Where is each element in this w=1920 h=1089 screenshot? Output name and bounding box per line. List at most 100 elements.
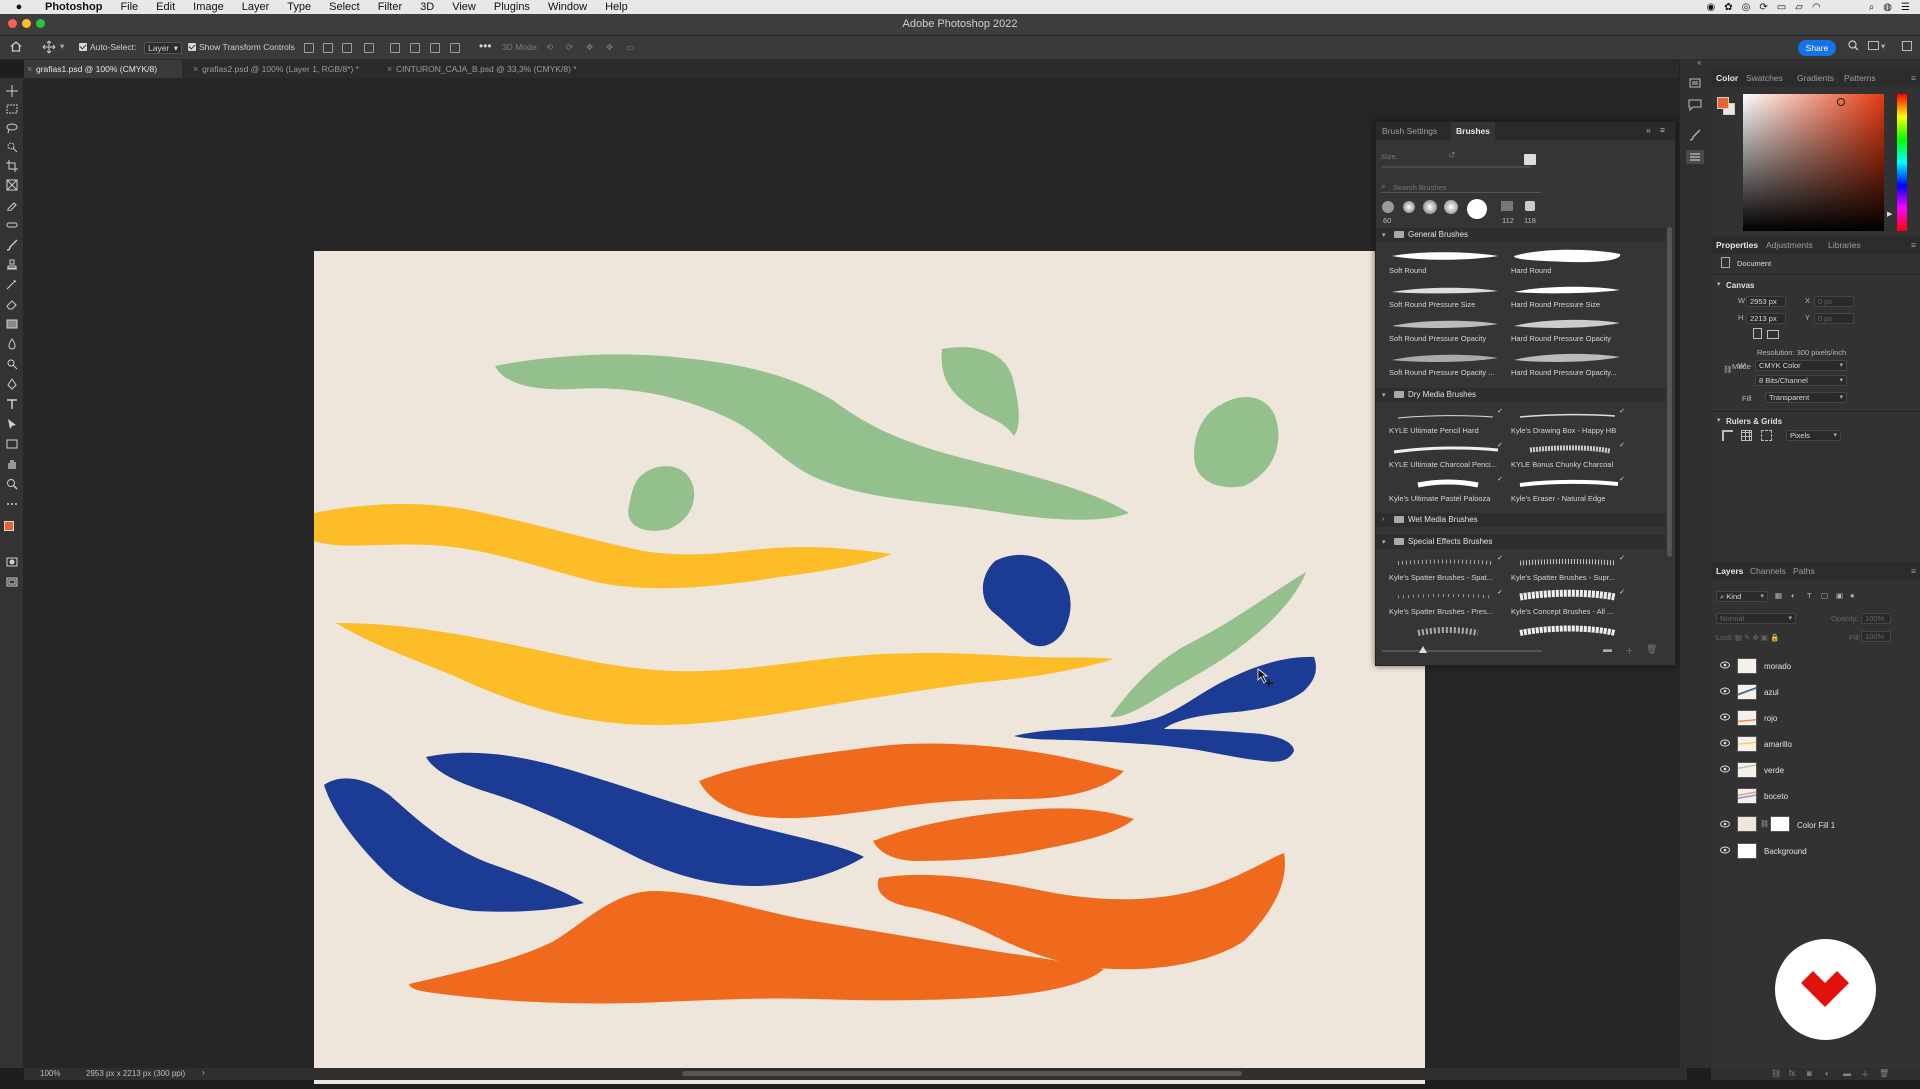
brush-kyle-spatter-pres[interactable]: ✓ Kyle's Spatter Brushes - Pres... (1386, 587, 1504, 619)
tab-layers[interactable]: Layers (1716, 566, 1743, 576)
grid-icon[interactable] (1741, 430, 1752, 441)
recent-brush-5[interactable] (1467, 199, 1487, 219)
tab-grafias1[interactable]: × grafias1.psd @ 100% (CMYK/8) (24, 60, 182, 78)
eyedropper-tool-icon[interactable] (6, 198, 18, 212)
comments-panel-icon[interactable] (1688, 98, 1702, 112)
hue-slider[interactable] (1897, 94, 1907, 231)
share-button[interactable]: Share (1798, 40, 1836, 56)
recent-brush-6[interactable] (1501, 201, 1513, 211)
creative-cloud-icon[interactable]: ◎ (1742, 2, 1751, 13)
search-brushes-input[interactable] (1393, 182, 1538, 192)
tab-adjustments[interactable]: Adjustments (1766, 240, 1813, 250)
align-bottom-icon[interactable] (430, 43, 440, 53)
brush-group-general[interactable]: ▾ General Brushes (1376, 228, 1666, 242)
color-picker-field[interactable] (1743, 94, 1884, 231)
brush-kyle-spatter-spat[interactable]: ✓ Kyle's Spatter Brushes - Spat... (1386, 553, 1504, 585)
brush-kyle-pastel-palooza[interactable]: ✓ Kyle's Ultimate Pastel Palooza (1386, 474, 1504, 506)
filter-pixel-icon[interactable]: ▦ (1775, 591, 1782, 600)
layer-row-azul[interactable]: azul (1711, 681, 1920, 704)
tab-properties[interactable]: Properties (1716, 240, 1758, 250)
align-left-icon[interactable] (304, 43, 314, 53)
tab-paths[interactable]: Paths (1793, 566, 1815, 576)
menu-window[interactable]: Window (539, 1, 596, 13)
layer-name[interactable]: morado (1764, 662, 1791, 671)
tab-patterns[interactable]: Patterns (1844, 73, 1876, 83)
align-middle-icon[interactable] (410, 43, 420, 53)
spotlight-search-icon[interactable]: ⌕ (1869, 2, 1875, 13)
visibility-eye-icon[interactable] (1720, 661, 1730, 669)
home-icon[interactable] (10, 41, 22, 54)
new-group-icon[interactable]: ▬ (1603, 644, 1612, 654)
width-field[interactable]: 2953 px (1746, 296, 1786, 307)
new-group-icon[interactable]: ▬ (1843, 1069, 1851, 1078)
hue-slider-thumb-icon[interactable]: ▶ (1887, 210, 1892, 218)
recent-brush-7[interactable] (1525, 201, 1535, 211)
crop-tool-icon[interactable] (6, 159, 18, 172)
color-mode-dropdown[interactable]: CMYK Color (1755, 360, 1847, 371)
brush-soft-round[interactable]: Soft Round (1386, 246, 1504, 278)
visibility-eye-icon[interactable] (1720, 765, 1730, 773)
brush-soft-round-pressure-size[interactable]: Soft Round Pressure Size (1386, 280, 1504, 312)
lasso-tool-icon[interactable] (6, 121, 18, 134)
filter-shape-icon[interactable]: ▢ (1821, 591, 1828, 600)
recent-brush-2[interactable] (1403, 201, 1415, 213)
menu-app[interactable]: Photoshop (36, 1, 111, 13)
tab-libraries[interactable]: Libraries (1828, 240, 1861, 250)
horizontal-scrollbar[interactable] (682, 1071, 1242, 1076)
quick-mask-icon[interactable] (6, 555, 18, 567)
tab-color[interactable]: Color (1716, 73, 1738, 83)
more-options-icon[interactable]: ••• (479, 39, 492, 53)
layer-row-boceto[interactable]: boceto (1711, 785, 1920, 808)
close-tab-icon[interactable]: × (27, 60, 32, 78)
landscape-orientation-icon[interactable] (1767, 330, 1779, 339)
layer-row-color-fill[interactable]: ⛓ Color Fill 1 (1711, 812, 1920, 839)
menu-help[interactable]: Help (596, 1, 637, 13)
add-mask-icon[interactable]: ◙ (1807, 1069, 1812, 1078)
background-fill-dropdown[interactable]: Transparent (1765, 392, 1847, 403)
link-icon[interactable]: ⛓ (1760, 820, 1769, 828)
layer-mask-thumbnail[interactable] (1770, 816, 1790, 832)
recent-brush-3[interactable] (1423, 200, 1437, 214)
marquee-tool-icon[interactable] (6, 102, 18, 114)
brush-partial-2[interactable] (1508, 621, 1626, 636)
3d-roll-icon[interactable]: ⟳ (566, 42, 573, 53)
opacity-field[interactable]: 100% (1861, 613, 1891, 624)
auto-select-target-dropdown[interactable]: Layer ▾ (144, 42, 182, 54)
workspace-dropdown-icon[interactable]: ▾ (1881, 41, 1885, 52)
guides-icon[interactable] (1761, 430, 1772, 441)
record-icon[interactable]: ◉ (1707, 2, 1716, 13)
zoom-tool-icon[interactable] (6, 477, 18, 490)
brush-kyle-pencil-hard[interactable]: ✓ KYLE Ultimate Pencil Hard (1386, 406, 1504, 438)
menu-plugins[interactable]: Plugins (485, 1, 539, 13)
brush-partial-1[interactable] (1386, 621, 1504, 636)
brush-kyle-drawing-box[interactable]: ✓ Kyle's Drawing Box - Happy HB (1508, 406, 1626, 438)
healing-brush-tool-icon[interactable] (6, 218, 18, 230)
new-brush-icon[interactable] (1524, 154, 1536, 165)
brush-group-dry-media[interactable]: ▾ Dry Media Brushes (1376, 388, 1666, 402)
visibility-eye-icon[interactable] (1720, 846, 1730, 854)
layer-name[interactable]: amarillo (1764, 740, 1792, 749)
visibility-eye-icon[interactable] (1720, 713, 1730, 721)
move-tool-icon[interactable] (42, 40, 56, 56)
blend-mode-dropdown[interactable]: Normal (1716, 613, 1796, 624)
brush-kyle-chunky-charcoal[interactable]: ✓ KYLE Bonus Chunky Charcoal (1508, 440, 1626, 472)
layer-row-verde[interactable]: verde (1711, 759, 1920, 782)
blur-tool-icon[interactable] (6, 337, 18, 350)
brushes-scrollbar[interactable] (1667, 227, 1672, 557)
collapse-panel-icon[interactable]: » (1646, 125, 1651, 135)
brush-kyle-spatter-supr[interactable]: ✓ Kyle's Spatter Brushes - Supr... (1508, 553, 1626, 585)
layer-name[interactable]: boceto (1764, 792, 1788, 801)
layer-row-morado[interactable]: morado (1711, 655, 1920, 678)
fill-field[interactable]: 100% (1861, 631, 1891, 642)
menu-image[interactable]: Image (184, 1, 233, 13)
menu-view[interactable]: View (443, 1, 485, 13)
auto-select-checkbox[interactable]: Auto-Select: (79, 42, 136, 52)
menu-filter[interactable]: Filter (369, 1, 411, 13)
share-document-icon[interactable] (1902, 41, 1912, 51)
foreground-color-icon[interactable] (4, 521, 14, 531)
search-brushes-field[interactable]: ⌕ (1381, 182, 1541, 193)
size-slider[interactable] (1381, 166, 1531, 168)
filter-type-icon[interactable]: T (1807, 591, 1812, 600)
visibility-eye-icon[interactable] (1720, 687, 1730, 695)
layer-name[interactable]: verde (1764, 766, 1784, 775)
